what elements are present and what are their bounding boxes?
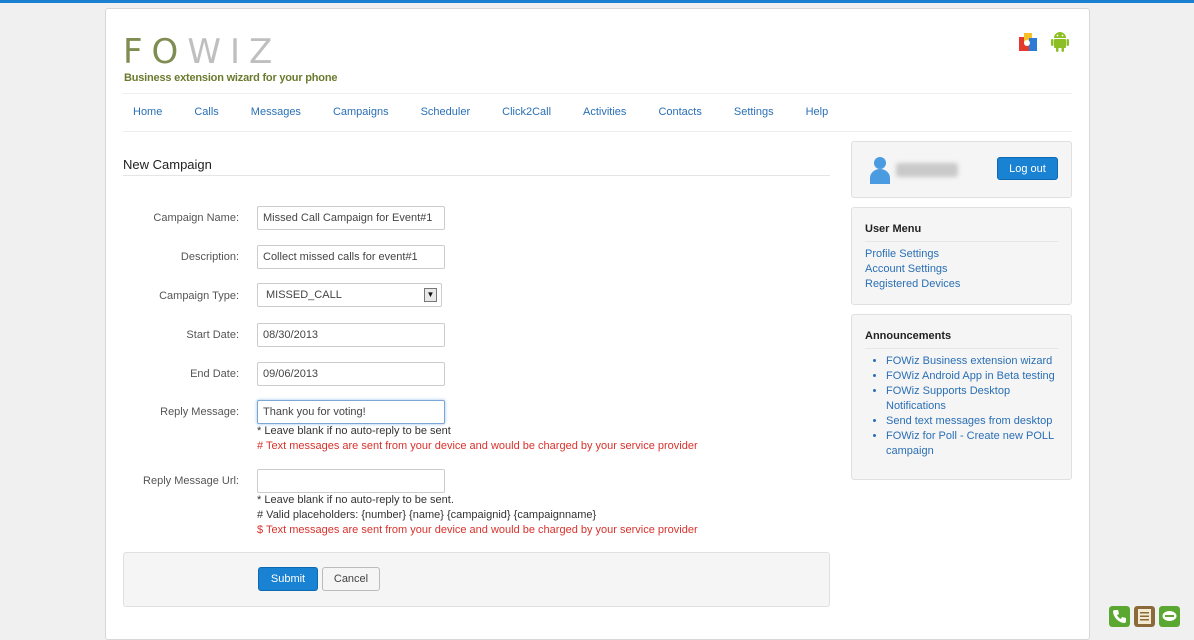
reply-url-warning: $ Text messages are sent from your devic…: [257, 524, 698, 536]
logo[interactable]: FOWIZ Business extension wizard for your…: [123, 35, 337, 85]
campaign-type-label: Campaign Type:: [159, 290, 239, 302]
nav-contacts[interactable]: Contacts: [658, 106, 701, 118]
reply-message-help: * Leave blank if no auto-reply to be sen…: [257, 425, 451, 437]
nav-activities[interactable]: Activities: [583, 106, 626, 118]
user-menu-title: User Menu: [865, 223, 922, 235]
logo-text-light: WIZ: [187, 32, 282, 72]
nav-home[interactable]: Home: [133, 106, 162, 118]
description-input[interactable]: [257, 245, 445, 269]
nav-settings[interactable]: Settings: [734, 106, 774, 118]
reply-url-label: Reply Message Url:: [143, 475, 239, 487]
end-date-input[interactable]: [257, 362, 445, 386]
announcements-title: Announcements: [865, 330, 952, 342]
announcement-link[interactable]: Send text messages from desktop: [886, 415, 1052, 427]
reply-message-label: Reply Message:: [160, 406, 239, 418]
header-divider: [123, 93, 1072, 94]
reply-message-input[interactable]: [257, 400, 445, 424]
nav-help[interactable]: Help: [806, 106, 829, 118]
header-icons: [1016, 29, 1072, 53]
android-icon[interactable]: [1048, 29, 1072, 53]
user-box: Log out: [851, 141, 1072, 198]
phone-icon[interactable]: [1109, 606, 1130, 627]
announcement-link[interactable]: FOWiz for Poll - Create new POLL campaig…: [886, 430, 1054, 457]
user-menu-box: User Menu Profile Settings Account Setti…: [851, 207, 1072, 305]
main-nav: Home Calls Messages Campaigns Scheduler …: [123, 106, 850, 118]
profile-settings-link[interactable]: Profile Settings: [865, 248, 939, 260]
notes-icon[interactable]: [1134, 606, 1155, 627]
list-item: FOWiz Business extension wizard: [886, 354, 1064, 369]
reply-message-warning: # Text messages are sent from your devic…: [257, 440, 698, 452]
description-label: Description:: [180, 251, 239, 263]
nav-messages[interactable]: Messages: [251, 106, 301, 118]
submit-button[interactable]: Submit: [258, 567, 318, 591]
list-item: FOWiz for Poll - Create new POLL campaig…: [886, 429, 1064, 459]
announcements-box: Announcements FOWiz Business extension w…: [851, 314, 1072, 480]
campaign-name-label: Campaign Name:: [153, 212, 239, 224]
nav-click2call[interactable]: Click2Call: [502, 106, 551, 118]
nav-campaigns[interactable]: Campaigns: [333, 106, 389, 118]
user-icon: [870, 157, 890, 184]
end-date-label: End Date:: [190, 368, 239, 380]
campaign-type-select[interactable]: MISSED_CALL ▼: [257, 283, 442, 307]
logo-tagline: Business extension wizard for your phone: [124, 72, 338, 84]
nav-divider: [123, 131, 1072, 132]
page-container: FOWIZ Business extension wizard for your…: [105, 8, 1090, 640]
list-item: FOWiz Android App in Beta testing: [886, 369, 1064, 384]
start-date-input[interactable]: [257, 323, 445, 347]
registered-devices-link[interactable]: Registered Devices: [865, 278, 960, 290]
user-menu-list: Profile Settings Account Settings Regist…: [865, 247, 960, 292]
nav-calls[interactable]: Calls: [194, 106, 218, 118]
chat-icon[interactable]: [1159, 606, 1180, 627]
title-divider: [123, 175, 830, 176]
chevron-down-icon[interactable]: ▼: [424, 288, 437, 302]
chrome-icon[interactable]: [1016, 29, 1040, 53]
announcement-link[interactable]: FOWiz Android App in Beta testing: [886, 370, 1055, 382]
announcements-divider: [865, 348, 1058, 349]
announcement-link[interactable]: FOWiz Business extension wizard: [886, 355, 1052, 367]
logo-text-dark: FO: [123, 32, 188, 72]
announcements-list: FOWiz Business extension wizard FOWiz An…: [886, 354, 1064, 459]
reply-url-help: * Leave blank if no auto-reply to be sen…: [257, 494, 454, 506]
user-menu-divider: [865, 241, 1058, 242]
form-actions: Submit Cancel: [123, 552, 830, 607]
campaign-name-input[interactable]: [257, 206, 445, 230]
account-settings-link[interactable]: Account Settings: [865, 263, 948, 275]
username-blurred: [896, 163, 958, 177]
start-date-label: Start Date:: [186, 329, 239, 341]
announcement-link[interactable]: FOWiz Supports Desktop Notifications: [886, 385, 1010, 412]
page-title: New Campaign: [123, 157, 212, 172]
floating-toolbar: [1109, 606, 1180, 627]
reply-url-input[interactable]: [257, 469, 445, 493]
list-item: Send text messages from desktop: [886, 414, 1064, 429]
logout-button[interactable]: Log out: [997, 157, 1058, 180]
campaign-type-value: MISSED_CALL: [266, 289, 342, 301]
cancel-button[interactable]: Cancel: [322, 567, 380, 591]
nav-scheduler[interactable]: Scheduler: [421, 106, 471, 118]
reply-url-placeholders: # Valid placeholders: {number} {name} {c…: [257, 509, 597, 521]
logo-wordmark: FOWIZ: [123, 35, 281, 69]
list-item: FOWiz Supports Desktop Notifications: [886, 384, 1064, 414]
